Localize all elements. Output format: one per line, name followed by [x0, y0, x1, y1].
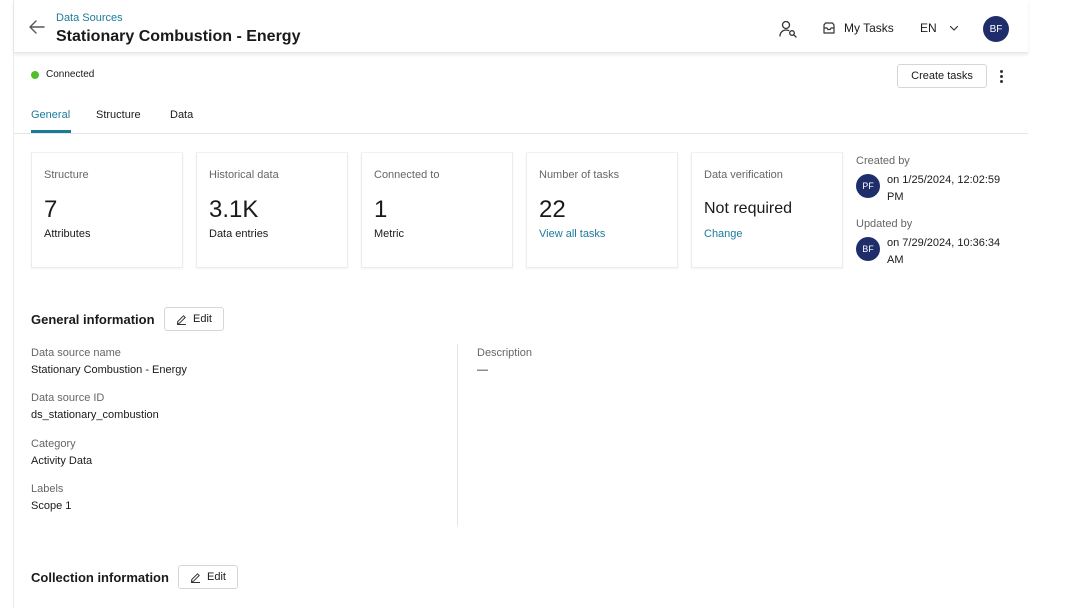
tab-data[interactable]: Data [170, 109, 193, 121]
page-frame: Data Sources Stationary Combustion - Ene… [13, 0, 1028, 608]
stat-value: 7 [44, 196, 58, 223]
field-value: Stationary Combustion - Energy [31, 364, 187, 376]
user-avatar[interactable]: BF [983, 16, 1009, 42]
field-value: Scope 1 [31, 500, 72, 512]
stat-value: 3.1K [209, 196, 259, 223]
created-by-row: PF on 1/25/2024, 12:02:59 PM [856, 172, 1017, 206]
connection-status: Connected [31, 69, 94, 80]
create-tasks-button[interactable]: Create tasks [897, 64, 987, 88]
stat-label: Structure [44, 169, 89, 181]
status-text: Connected [46, 69, 95, 80]
edit-label: Edit [207, 571, 226, 583]
stat-label: Data verification [704, 169, 783, 181]
general-info-title: General information [31, 312, 155, 327]
stat-sub: Data entries [209, 228, 269, 240]
inbox-icon [823, 22, 835, 34]
stat-card-structure: Structure 7 Attributes [31, 152, 183, 268]
stat-card-number-of-tasks: Number of tasks 22 View all tasks [526, 152, 678, 268]
tab-bar: General Structure Data [14, 100, 1028, 134]
field-label: Data source ID [31, 392, 105, 404]
stat-card-connected-to: Connected to 1 Metric [361, 152, 513, 268]
updater-avatar: BF [856, 237, 880, 261]
edit-collection-button[interactable]: Edit [178, 565, 238, 589]
status-dot-icon [31, 70, 39, 79]
stat-value: 1 [374, 196, 388, 223]
updated-by-label: Updated by [856, 218, 913, 230]
my-tasks-button[interactable]: My Tasks [820, 13, 896, 43]
field-label: Labels [31, 483, 64, 495]
stat-card-data-verification: Data verification Not required Change [691, 152, 843, 268]
created-by-label: Created by [856, 155, 910, 167]
active-tab-indicator [31, 130, 71, 133]
user-search-icon[interactable] [778, 19, 798, 39]
language-label: EN [920, 21, 937, 35]
updated-by-row: BF on 7/29/2024, 10:36:34 AM [856, 235, 1017, 269]
tab-structure[interactable]: Structure [96, 109, 141, 121]
page-title: Stationary Combustion - Energy [56, 28, 301, 45]
pencil-icon [177, 314, 186, 325]
stat-value: 22 [539, 196, 566, 223]
field-label: Category [31, 438, 76, 450]
pencil-icon [191, 572, 200, 583]
stat-sub: Metric [374, 228, 404, 240]
field-value: Activity Data [31, 455, 93, 467]
edit-general-button[interactable]: Edit [164, 307, 224, 331]
column-divider [457, 344, 458, 526]
stat-sub: Attributes [44, 228, 91, 240]
stat-card-historical-data: Historical data 3.1K Data entries [196, 152, 348, 268]
edit-label: Edit [193, 313, 212, 325]
created-timestamp: on 1/25/2024, 12:02:59 PM [887, 174, 1001, 203]
collection-info-title: Collection information [31, 570, 169, 585]
creator-avatar: PF [856, 174, 880, 198]
field-value: ds_stationary_combustion [31, 409, 159, 421]
back-arrow-icon[interactable] [28, 18, 46, 36]
description-label: Description [477, 347, 533, 359]
field-label: Data source name [31, 347, 121, 359]
stat-value: Not required [704, 200, 793, 217]
my-tasks-label: My Tasks [844, 21, 894, 35]
language-select[interactable]: EN [920, 13, 959, 43]
view-all-tasks-link[interactable]: View all tasks [539, 228, 605, 240]
breadcrumb-data-sources[interactable]: Data Sources [56, 12, 123, 24]
description-value: — [477, 364, 488, 376]
updated-timestamp: on 7/29/2024, 10:36:34 AM [887, 237, 1001, 266]
chevron-down-icon [949, 25, 958, 31]
stat-label: Historical data [209, 169, 279, 181]
page-header: Data Sources Stationary Combustion - Ene… [14, 0, 1028, 53]
change-verification-link[interactable]: Change [704, 228, 743, 240]
more-options-icon[interactable] [996, 64, 1006, 88]
stat-label: Connected to [374, 169, 440, 181]
tab-general[interactable]: General [31, 109, 70, 121]
stat-label: Number of tasks [539, 169, 620, 181]
